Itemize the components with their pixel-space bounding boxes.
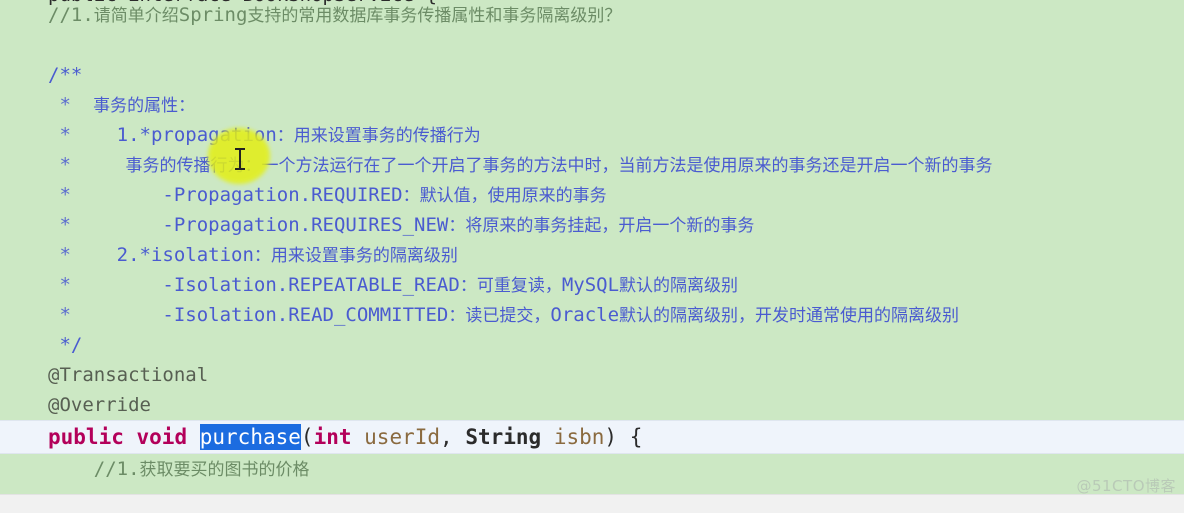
code-editor-pane[interactable]: public interface BookShopService { //1.请… <box>0 0 1184 513</box>
code-lines-container[interactable]: //1.请简单介绍Spring支持的常用数据库事务传播属性和事务隔离级别？ /*… <box>0 0 1184 484</box>
code-token: Spring <box>178 4 248 26</box>
code-token: * <box>48 94 83 116</box>
code-token: String <box>465 425 542 449</box>
code-token: //1. <box>48 458 140 480</box>
line-blank-1[interactable] <box>0 30 1184 60</box>
code-token: MySQL <box>561 274 620 296</box>
code-token: , <box>440 425 466 449</box>
selected-token[interactable]: purchase <box>199 424 301 450</box>
code-token: * <box>48 214 83 236</box>
line-question[interactable]: //1.请简单介绍Spring支持的常用数据库事务传播属性和事务隔离级别？ <box>0 0 1184 30</box>
code-token: * <box>48 244 83 266</box>
code-token: //1. <box>48 4 94 26</box>
code-token: Oracle <box>550 304 620 326</box>
line-doc-propagation-desc[interactable]: * 事务的传播行为：一个方法运行在了一个开启了事务的方法中时，当前方法是使用原来… <box>0 150 1184 180</box>
line-doc-propagation[interactable]: * 1.*propagation：用来设置事务的传播行为 <box>0 120 1184 150</box>
code-token: @Override <box>48 394 151 416</box>
code-token: * <box>48 184 83 206</box>
line-doc-close[interactable]: */ <box>0 330 1184 360</box>
code-token: ：默认值，使用原来的事务 <box>402 186 607 206</box>
code-token: * <box>48 124 83 146</box>
line-doc-isolation[interactable]: * 2.*isolation：用来设置事务的隔离级别 <box>0 240 1184 270</box>
code-token: -Isolation.REPEATABLE_READ <box>82 274 460 296</box>
code-token: 事务的属性： <box>82 96 196 116</box>
code-token: isbn <box>553 425 605 449</box>
code-token: 获取要买的图书的价格 <box>139 460 310 480</box>
code-token: ) { <box>604 425 643 449</box>
code-token: ：将原来的事务挂起，开启一个新的事务 <box>448 216 755 236</box>
code-token: /** <box>48 64 83 86</box>
line-method-signature[interactable]: public void purchase(int userId, String … <box>0 420 1184 454</box>
code-token: ：用来设置事务的隔离级别 <box>253 246 458 266</box>
code-token: 默认的隔离级别，开发时通常使用的隔离级别 <box>619 306 960 326</box>
code-token: public <box>48 425 124 449</box>
code-token: @Transactional <box>48 364 209 386</box>
code-token: ：读已提交， <box>448 306 551 326</box>
code-token: ：可重复读， <box>459 276 562 296</box>
code-token: 默认的隔离级别 <box>619 276 739 296</box>
code-token: ：用来设置事务的传播行为 <box>276 126 481 146</box>
code-token: * <box>48 304 83 326</box>
line-doc-requires-new[interactable]: * -Propagation.REQUIRES_NEW：将原来的事务挂起，开启一… <box>0 210 1184 240</box>
line-annotation-override[interactable]: @Override <box>0 390 1184 420</box>
code-token: */ <box>48 334 83 356</box>
line-doc-repeatable-read[interactable]: * -Isolation.REPEATABLE_READ：可重复读，MySQL默… <box>0 270 1184 300</box>
editor-bottom-strip <box>0 494 1184 513</box>
code-token: -Isolation.READ_COMMITTED <box>82 304 449 326</box>
code-token: * <box>48 274 83 296</box>
watermark-label: @51CTO博客 <box>1076 477 1176 495</box>
code-token: 请简单介绍 <box>93 6 179 26</box>
line-doc-read-committed[interactable]: * -Isolation.READ_COMMITTED：读已提交，Oracle默… <box>0 300 1184 330</box>
code-token: 2.*isolation <box>82 244 254 266</box>
code-token: -Propagation.REQUIRES_NEW <box>82 214 449 236</box>
code-token: -Propagation.REQUIRED <box>82 184 403 206</box>
code-token: ( <box>300 425 314 449</box>
line-doc-required[interactable]: * -Propagation.REQUIRED：默认值，使用原来的事务 <box>0 180 1184 210</box>
line-annotation-transactional[interactable]: @Transactional <box>0 360 1184 390</box>
line-doc-attrs[interactable]: * 事务的属性： <box>0 90 1184 120</box>
code-token: * <box>48 154 83 176</box>
code-token: 支持的常用数据库事务传播属性和事务隔离级别？ <box>247 6 622 26</box>
code-token: userId <box>364 425 441 449</box>
code-token: void <box>136 425 188 449</box>
code-token: 事务的传播行为：一个方法运行在了一个开启了事务的方法中时，当前方法是使用原来的事… <box>82 156 993 176</box>
line-body-comment[interactable]: //1.获取要买的图书的价格 <box>0 454 1184 484</box>
code-token: int <box>313 425 352 449</box>
line-doc-open[interactable]: /** <box>0 60 1184 90</box>
code-token: 1.*propagation <box>82 124 277 146</box>
